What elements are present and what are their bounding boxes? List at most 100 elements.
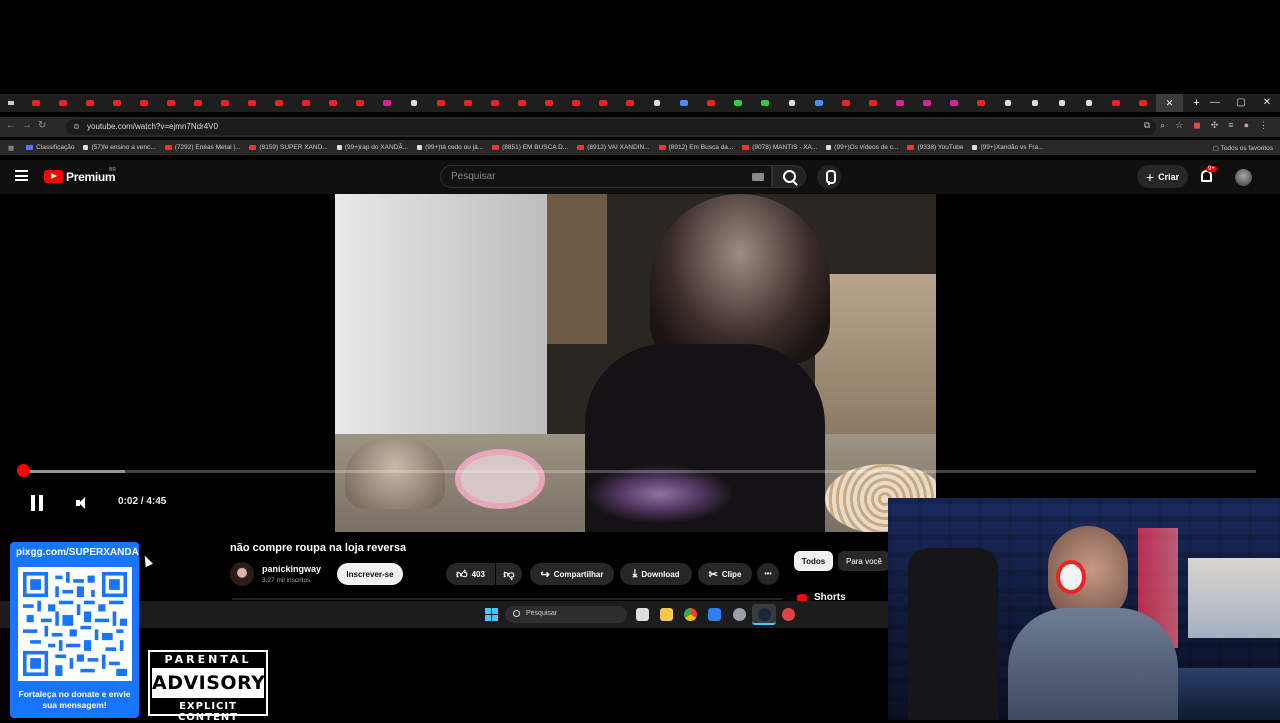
extension-icon[interactable]: ◼ [1193,120,1200,131]
browser-tab[interactable] [940,94,967,112]
volume-icon[interactable] [76,496,90,510]
windows-start-icon[interactable] [485,608,498,621]
active-tab-close-icon[interactable]: ✕ [1156,94,1183,112]
hamburger-menu-icon[interactable] [15,170,28,181]
browser-tab[interactable] [103,94,130,112]
video-frame[interactable] [335,194,936,532]
browser-tab[interactable] [1048,94,1075,112]
bookmark-item[interactable]: (9078) MANTIS - XA... [742,144,817,151]
browser-tab[interactable] [427,94,454,112]
search-input[interactable]: Pesquisar [440,165,772,188]
browser-tab[interactable] [454,94,481,112]
bookmark-item[interactable]: (57)fe ensino a venc... [83,144,156,151]
browser-tab[interactable] [832,94,859,112]
browser-tab[interactable] [211,94,238,112]
bookmark-item[interactable]: (9338) YouTube [907,144,963,151]
browser-tab[interactable] [1075,94,1102,112]
settings-gear-icon[interactable] [733,608,746,621]
browser-tab[interactable] [184,94,211,112]
bookmark-item[interactable]: (8912) VAI XANDIN... [577,144,650,151]
browser-tab[interactable] [805,94,832,112]
bookmark-item[interactable]: (99+)rap do XANDÃ... [336,144,408,151]
bookmark-item[interactable]: (99+)tá cedo ou já... [417,144,483,151]
bookmark-item[interactable]: (7292) Enéas Metal |... [164,144,240,151]
browser-menu-icon[interactable]: ⋮ [1259,120,1268,131]
browser-tab[interactable] [967,94,994,112]
browser-tab[interactable] [1129,94,1156,112]
browser-tab[interactable] [589,94,616,112]
browser-tab[interactable] [130,94,157,112]
chrome-icon[interactable] [684,608,697,621]
forward-arrow-icon[interactable]: → [22,120,32,131]
bookmark-star-icon[interactable]: ☆ [1175,120,1183,131]
browser-tab[interactable] [994,94,1021,112]
browser-tab[interactable] [76,94,103,112]
browser-tab[interactable] [535,94,562,112]
browser-tab[interactable] [400,94,427,112]
keyboard-icon[interactable] [752,173,764,181]
app-icon-red[interactable] [782,608,795,621]
browser-tab[interactable] [1102,94,1129,112]
url-field[interactable]: ⊜ youtube.com/watch?v=ejmn7Ndr4V0 [66,119,1156,135]
scrubber-handle[interactable] [17,464,30,477]
reading-list-icon[interactable]: ≡ [1228,120,1233,131]
browser-tab[interactable] [697,94,724,112]
browser-tab[interactable] [913,94,940,112]
browser-tab[interactable] [886,94,913,112]
clip-button[interactable]: ✂ Clipe [698,563,752,585]
search-button[interactable] [772,165,806,188]
subscribe-button[interactable]: Inscrever-se [337,563,403,585]
apps-grid-icon[interactable]: ▦ [8,144,14,152]
browser-tab[interactable] [643,94,670,112]
browser-tab[interactable] [724,94,751,112]
back-arrow-icon[interactable]: ← [6,120,16,131]
dislike-button[interactable]: 👎︎ [496,563,522,585]
channel-name[interactable]: panickingway [262,564,321,574]
extensions-puzzle-icon[interactable]: ✣ [1211,120,1219,131]
create-button[interactable]: + Criar [1137,165,1188,188]
browser-tab[interactable] [670,94,697,112]
account-avatar[interactable] [1235,169,1252,186]
browser-tab[interactable] [22,94,49,112]
browser-tab[interactable] [616,94,643,112]
reload-icon[interactable]: ↻ [38,120,46,131]
chip-para-voce[interactable]: Para você [838,551,890,571]
browser-tab[interactable] [319,94,346,112]
browser-tab[interactable] [49,94,76,112]
all-bookmarks-button[interactable]: ▢ Todos os favoritos [1213,144,1273,152]
bookmark-item[interactable]: (8912) Em Busca da... [658,144,733,151]
bookmark-item[interactable]: (8851) EM BUSCA D... [492,144,568,151]
share-button[interactable]: ↪ Compartilhar [530,563,614,585]
tab-list-dropdown[interactable] [0,94,22,112]
file-explorer-icon[interactable] [660,608,673,621]
profile-icon[interactable]: ● [1244,120,1249,131]
browser-tab[interactable] [1021,94,1048,112]
pause-icon[interactable] [30,495,44,511]
browser-tab[interactable] [562,94,589,112]
bookmark-item[interactable]: (99+)Os vídeos de c... [826,144,898,151]
bookmark-item[interactable]: (8159) SUPER XAND... [249,144,328,151]
close-window-button[interactable]: ✕ [1254,94,1280,112]
youtube-brand[interactable]: Premium [66,170,116,184]
browser-tab[interactable] [778,94,805,112]
task-view-icon[interactable] [636,608,649,621]
browser-tab[interactable] [346,94,373,112]
browser-tab[interactable] [157,94,184,112]
install-app-icon[interactable]: ⧉ [1144,120,1150,131]
app-icon-blue[interactable] [708,608,721,621]
youtube-logo-icon[interactable] [44,170,63,183]
zoom-icon[interactable]: ⌕ [1160,120,1165,131]
chip-todos[interactable]: Todos [794,551,833,571]
site-info-icon[interactable]: ⊜ [73,122,80,131]
maximize-button[interactable]: ▢ [1228,94,1254,112]
browser-tab[interactable] [373,94,400,112]
browser-tab[interactable] [481,94,508,112]
microphone-icon[interactable] [817,165,841,189]
progress-bar[interactable] [20,470,1256,473]
taskbar-search[interactable]: Pesquisar [505,606,627,623]
bookmark-item[interactable]: Classificação [26,144,74,151]
browser-tab[interactable] [265,94,292,112]
more-actions-button[interactable]: ••• [757,563,779,585]
video-player[interactable]: 0:02 / 4:45 [0,194,1270,532]
channel-avatar[interactable] [230,562,254,586]
